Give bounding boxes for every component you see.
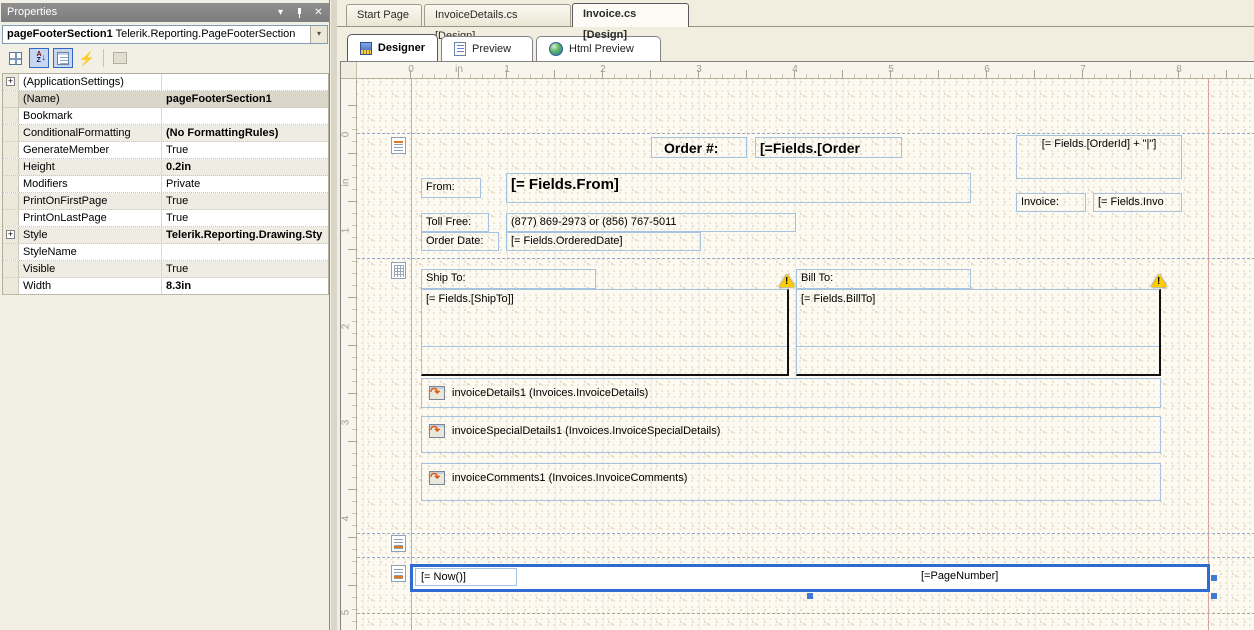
resize-handle-corner[interactable]	[1211, 593, 1217, 599]
billto-panel[interactable]: [= Fields.BillTo]	[796, 289, 1161, 376]
toolbar-separator	[103, 49, 104, 67]
page-left-margin-line	[411, 79, 412, 630]
property-grid: + (ApplicationSettings) (Name) pageFoote…	[2, 73, 329, 295]
tabstrip-divider	[337, 26, 1254, 27]
subreport-icon	[429, 423, 445, 438]
tollfree-value-textbox[interactable]: (877) 869-2973 or (856) 767-5011	[506, 213, 796, 232]
page-footer-section-icon[interactable]	[391, 565, 406, 582]
detail-section-icon[interactable]	[391, 262, 406, 279]
subreport-invoicespecialdetails[interactable]: invoiceSpecialDetails1 (Invoices.Invoice…	[421, 416, 1161, 453]
designer-frame: 0 in 1 2 3 4 5 6 7 8 0 in 1 2 3 4 5 Orde…	[340, 61, 1254, 630]
section-divider	[357, 258, 1254, 259]
properties-toolbar: A Z ↓ ⚡	[1, 46, 329, 70]
design-surface[interactable]: Order #: [=Fields.[Order [= Fields.[Orde…	[357, 79, 1254, 630]
property-row[interactable]: Modifiers Private	[3, 176, 328, 193]
panel-splitter[interactable]	[331, 0, 337, 630]
property-row[interactable]: PrintOnLastPage True	[3, 210, 328, 227]
page-footer-band[interactable]: [= Now()] [=PageNumber]	[410, 564, 1210, 592]
object-name: pageFooterSection1	[7, 28, 113, 40]
report-footer-section-icon[interactable]	[391, 535, 406, 552]
billto-label-textbox[interactable]: Bill To:	[796, 269, 971, 289]
object-type: Telerik.Reporting.PageFooterSection	[115, 28, 296, 40]
property-row[interactable]: GenerateMember True	[3, 142, 328, 159]
ruler-corner	[341, 62, 357, 79]
shipto-panel[interactable]: [= Fields.[ShipTo]]	[421, 289, 789, 376]
order-label-textbox[interactable]: Order #:	[651, 137, 747, 158]
tab-designer[interactable]: Designer	[347, 34, 438, 61]
tab-preview[interactable]: Preview	[441, 36, 533, 61]
tab-invoice-design[interactable]: Invoice.cs [Design]	[572, 3, 689, 41]
preview-icon	[454, 42, 466, 56]
expand-icon[interactable]: +	[6, 230, 15, 239]
object-selector-dropdown-icon[interactable]: ▾	[310, 26, 327, 43]
tab-invoicedetails-design[interactable]: InvoiceDetails.cs [Design]	[424, 4, 571, 42]
subreport-invoicedetails[interactable]: invoiceDetails1 (Invoices.InvoiceDetails…	[421, 378, 1161, 408]
section-divider	[357, 533, 1254, 534]
invoice-value-textbox[interactable]: [= Fields.Invo	[1093, 193, 1182, 212]
property-row[interactable]: StyleName	[3, 244, 328, 261]
property-row[interactable]: (Name) pageFooterSection1	[3, 91, 328, 108]
property-row[interactable]: Visible True	[3, 261, 328, 278]
properties-panel-title: Properties	[7, 6, 58, 18]
subreport-icon	[429, 385, 445, 400]
pagenumber-expression-textbox[interactable]: [=PageNumber]	[921, 570, 998, 582]
shipto-label-textbox[interactable]: Ship To:	[421, 269, 596, 289]
now-expression-textbox[interactable]: [= Now()]	[415, 568, 517, 586]
from-value-textbox[interactable]: [= Fields.From]	[506, 173, 971, 203]
tollfree-label-textbox[interactable]: Toll Free:	[421, 213, 489, 232]
property-pages-icon	[110, 48, 130, 68]
vertical-ruler: 0 in 1 2 3 4 5	[341, 79, 357, 630]
invoice-label-textbox[interactable]: Invoice:	[1016, 193, 1086, 212]
section-divider	[357, 557, 1254, 558]
expand-icon[interactable]: +	[6, 77, 15, 86]
page-bottom-line	[357, 613, 1254, 614]
designer-icon	[360, 41, 372, 55]
orderdate-label-textbox[interactable]: Order Date:	[421, 232, 499, 251]
resize-handle-bottom[interactable]	[807, 593, 813, 599]
subreport-invoicecomments[interactable]: invoiceComments1 (Invoices.InvoiceCommen…	[421, 463, 1161, 501]
globe-icon	[549, 42, 563, 56]
tab-start-page[interactable]: Start Page	[346, 4, 422, 26]
property-row[interactable]: + Style Telerik.Reporting.Drawing.Sty	[3, 227, 328, 244]
alphabetical-sort-icon[interactable]: A Z ↓	[29, 48, 49, 68]
close-icon[interactable]: ✕	[311, 6, 326, 20]
warning-icon[interactable]	[1151, 274, 1167, 287]
page-right-margin-line	[1208, 79, 1209, 630]
property-row[interactable]: ConditionalFormatting (No FormattingRule…	[3, 125, 328, 142]
order-value-textbox[interactable]: [=Fields.[Order	[755, 137, 902, 158]
pin-icon[interactable]	[292, 6, 307, 20]
properties-view-icon[interactable]	[53, 48, 73, 68]
vs-window: Properties ▾ ✕ pageFooterSection1 Teleri…	[0, 0, 1254, 630]
orderdate-value-textbox[interactable]: [= Fields.OrderedDate]	[506, 232, 701, 251]
properties-panel: Properties ▾ ✕ pageFooterSection1 Teleri…	[0, 0, 330, 630]
object-selector[interactable]: pageFooterSection1 Telerik.Reporting.Pag…	[2, 25, 328, 44]
from-label-textbox[interactable]: From:	[421, 178, 481, 198]
property-row[interactable]: Width 8.3in	[3, 278, 328, 295]
property-row[interactable]: + (ApplicationSettings)	[3, 74, 328, 91]
warning-icon[interactable]	[779, 274, 795, 287]
categorized-icon[interactable]	[5, 48, 25, 68]
orderid-expression-textbox[interactable]: [= Fields.[OrderId] + "|"]	[1016, 135, 1182, 179]
section-divider	[357, 133, 1254, 134]
resize-handle-right[interactable]	[1211, 575, 1217, 581]
horizontal-ruler: 0 in 1 2 3 4 5 6 7 8	[357, 62, 1254, 79]
properties-panel-titlebar[interactable]: Properties ▾ ✕	[1, 3, 329, 22]
window-position-icon[interactable]: ▾	[273, 6, 288, 20]
subreport-icon	[429, 470, 445, 485]
property-row[interactable]: Bookmark	[3, 108, 328, 125]
property-row[interactable]: PrintOnFirstPage True	[3, 193, 328, 210]
page-header-section-icon[interactable]	[391, 137, 406, 154]
property-row[interactable]: Height 0.2in	[3, 159, 328, 176]
events-lightning-icon[interactable]: ⚡	[77, 48, 97, 68]
